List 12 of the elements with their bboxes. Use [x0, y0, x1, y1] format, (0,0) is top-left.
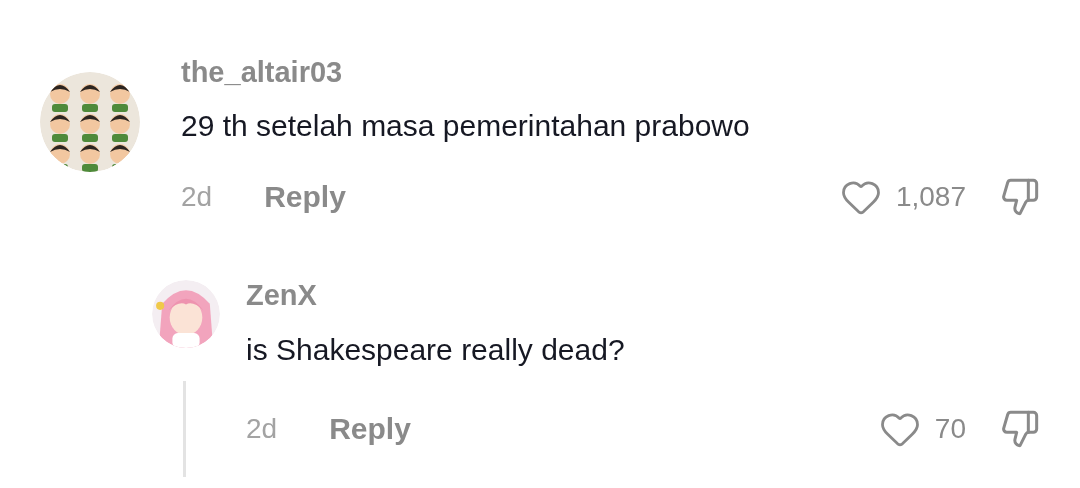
comment-text: 29 th setelah masa pemerintahan prabowo: [181, 108, 751, 144]
reply-button[interactable]: Reply: [264, 182, 346, 212]
comment-age: 2d: [246, 415, 278, 443]
comment-text: is Shakespeare really dead?: [246, 332, 626, 368]
dislike-icon[interactable]: [1000, 409, 1040, 449]
username[interactable]: the_altair03: [181, 54, 1040, 90]
like-count: 70: [934, 415, 966, 443]
like-count: 1,087: [895, 183, 966, 211]
username[interactable]: ZenX: [246, 277, 1040, 313]
reply-button[interactable]: Reply: [329, 414, 411, 444]
comment-age: 2d: [181, 183, 213, 211]
dislike-icon[interactable]: [1000, 177, 1040, 217]
